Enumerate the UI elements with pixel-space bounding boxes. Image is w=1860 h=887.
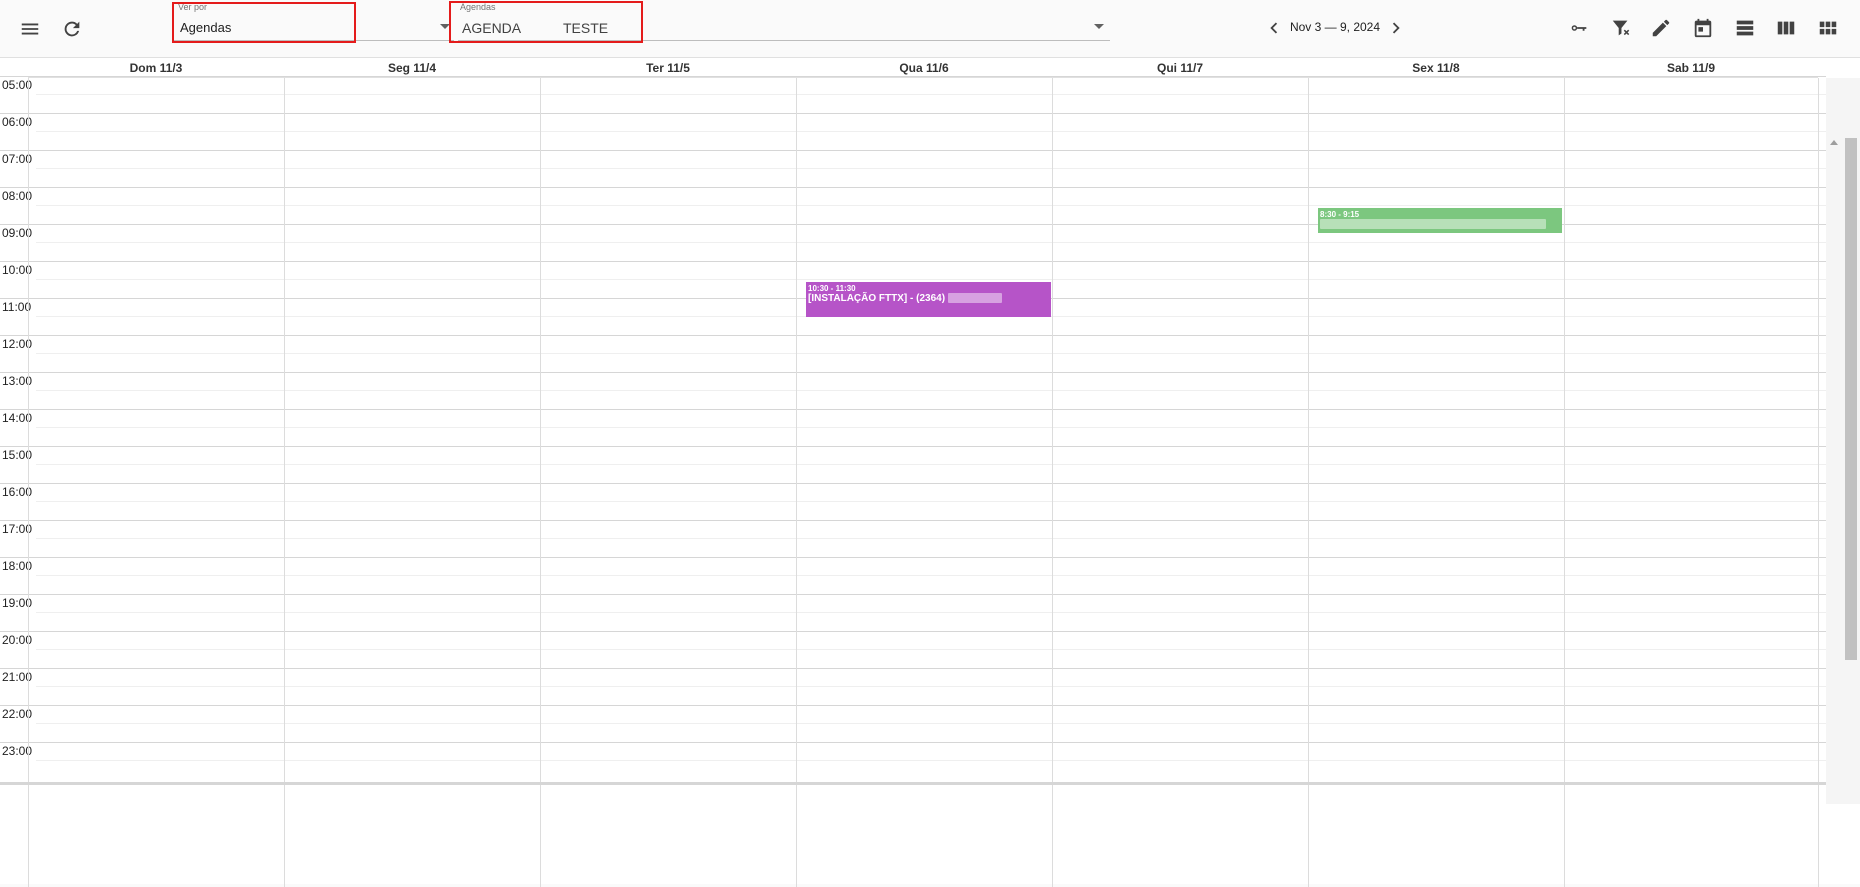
all-day-divider: [1308, 785, 1309, 887]
edit-icon[interactable]: [1643, 10, 1679, 46]
half-hour-line: [36, 205, 1826, 206]
time-label: 11:00: [2, 300, 32, 314]
half-hour-line: [36, 427, 1826, 428]
menu-icon[interactable]: [12, 11, 48, 47]
hour-line: [0, 372, 1826, 373]
hour-line: [0, 520, 1826, 521]
column-divider: [284, 78, 285, 784]
day-view-icon[interactable]: [1727, 10, 1763, 46]
half-hour-line: [36, 649, 1826, 650]
hour-line: [0, 261, 1826, 262]
hour-line: [0, 631, 1826, 632]
column-divider: [1818, 78, 1819, 784]
day-header: Sab 11/9: [1564, 58, 1818, 78]
chevron-down-icon[interactable]: [1094, 24, 1104, 29]
half-hour-line: [36, 612, 1826, 613]
half-hour-line: [36, 94, 1826, 95]
column-divider: [1052, 78, 1053, 784]
half-hour-line: [36, 760, 1826, 761]
scroll-thumb[interactable]: [1845, 138, 1857, 660]
day-header: Ter 11/5: [540, 58, 796, 78]
event-morning[interactable]: 8:30 - 9:15: [1318, 208, 1562, 233]
agendas-highlight: [449, 1, 643, 43]
hour-line: [0, 594, 1826, 595]
key-icon[interactable]: [1561, 10, 1597, 46]
all-day-divider: [1818, 785, 1819, 887]
all-day-divider: [540, 785, 541, 887]
hour-line: [0, 668, 1826, 669]
hour-line: [0, 187, 1826, 188]
half-hour-line: [36, 390, 1826, 391]
top-toolbar: Ver por Agendas Agendas AGENDA TESTE Nov…: [0, 0, 1860, 58]
all-day-divider: [1052, 785, 1053, 887]
event-title: [1320, 219, 1560, 230]
view-by-highlight: [172, 2, 356, 43]
column-divider: [540, 78, 541, 784]
half-hour-line: [36, 279, 1826, 280]
day-header: Seg 11/4: [284, 58, 540, 78]
hour-line: [0, 705, 1826, 706]
half-hour-line: [36, 242, 1826, 243]
day-header: Qua 11/6: [796, 58, 1052, 78]
hour-line: [0, 409, 1826, 410]
half-hour-line: [36, 131, 1826, 132]
chevron-right-icon[interactable]: [1378, 10, 1414, 46]
half-hour-line: [36, 168, 1826, 169]
half-hour-line: [36, 501, 1826, 502]
calendar-icon[interactable]: [1685, 10, 1721, 46]
hour-line: [0, 150, 1826, 151]
month-view-icon[interactable]: [1810, 10, 1846, 46]
half-hour-line: [36, 353, 1826, 354]
refresh-icon[interactable]: [54, 11, 90, 47]
week-view-icon[interactable]: [1768, 10, 1804, 46]
hour-line: [0, 76, 1826, 77]
hour-line: [0, 557, 1826, 558]
column-divider: [1308, 78, 1309, 784]
all-day-divider: [284, 785, 285, 887]
half-hour-line: [36, 686, 1826, 687]
hour-line: [0, 113, 1826, 114]
event-time: 10:30 - 11:30: [808, 284, 856, 293]
event-title: [INSTALAÇÃO FTTX] - (2364): [808, 293, 1049, 304]
hour-line: [0, 742, 1826, 743]
all-day-divider: [796, 785, 797, 887]
event-installation[interactable]: 10:30 - 11:30 [INSTALAÇÃO FTTX] - (2364): [806, 282, 1051, 317]
scroll-up-icon[interactable]: [1830, 140, 1838, 145]
half-hour-line: [36, 464, 1826, 465]
all-day-divider: [28, 785, 29, 887]
column-divider: [1564, 78, 1565, 784]
date-range: Nov 3 — 9, 2024: [1289, 20, 1381, 34]
hour-line: [0, 335, 1826, 336]
event-time: 8:30 - 9:15: [1320, 210, 1360, 219]
column-divider: [28, 78, 29, 784]
all-day-divider: [1564, 785, 1565, 887]
half-hour-line: [36, 575, 1826, 576]
all-day-area: [0, 782, 1826, 887]
day-header: Sex 11/8: [1308, 58, 1564, 78]
half-hour-line: [36, 723, 1826, 724]
filter-clear-icon[interactable]: [1603, 10, 1639, 46]
column-divider: [796, 78, 797, 784]
half-hour-line: [36, 538, 1826, 539]
hour-line: [0, 483, 1826, 484]
week-calendar: Dom 11/3 Seg 11/4 Ter 11/5 Qua 11/6 Qui 11/7…: [0, 58, 1860, 884]
hour-line: [0, 446, 1826, 447]
day-header: Qui 11/7: [1052, 58, 1308, 78]
day-header: Dom 11/3: [28, 58, 284, 78]
